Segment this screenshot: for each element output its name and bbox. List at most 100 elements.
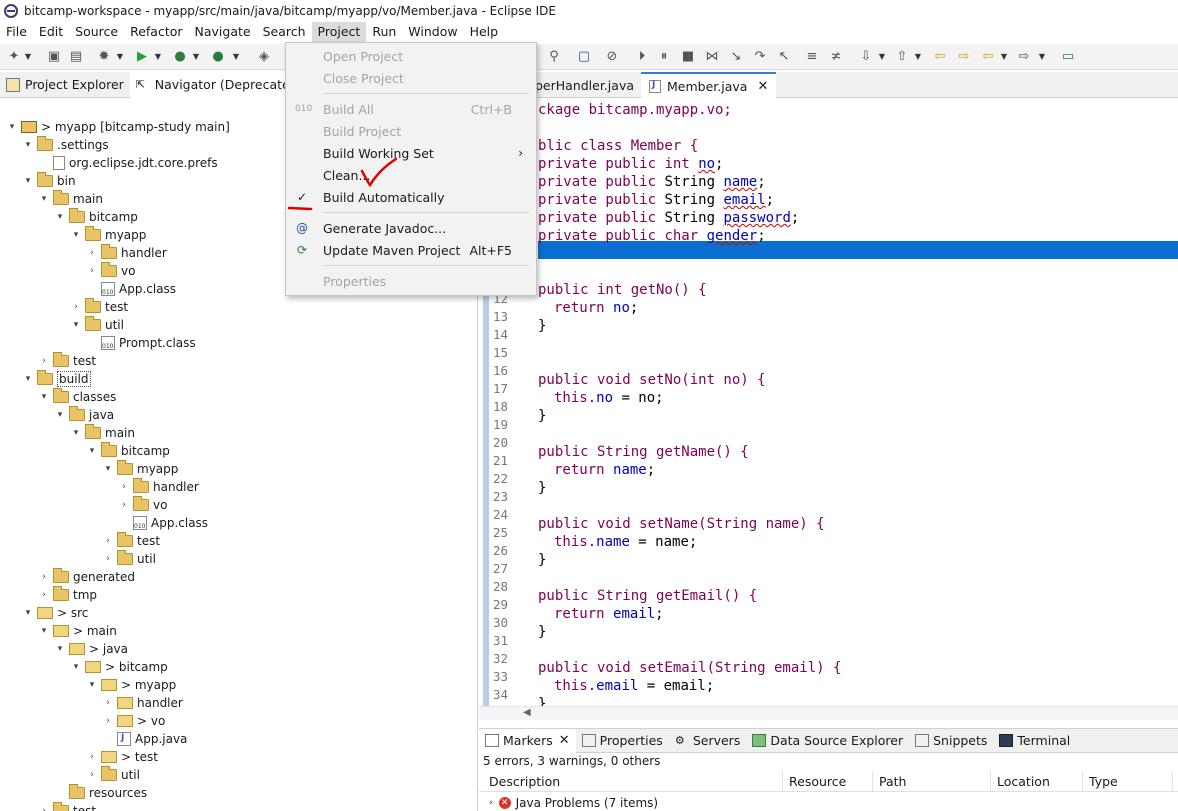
tab-data-source-explorer[interactable]: Data Source Explorer [746, 729, 909, 753]
menu-item-generate-javadoc[interactable]: @ Generate Javadoc... [286, 217, 536, 239]
chevron-right-icon[interactable]: › [38, 806, 50, 811]
disconnect-icon[interactable]: ⋈ [704, 49, 720, 65]
chevron-right-icon[interactable]: › [102, 554, 114, 564]
menu-item-build-automatically[interactable]: ✓ Build Automatically [286, 186, 536, 208]
tree-item-prompt-class-file[interactable]: Prompt.class [86, 334, 196, 352]
run-last-icon[interactable]: ● [172, 49, 188, 65]
tree-item-classes-folder[interactable]: ▾ classes [38, 388, 116, 406]
tree-item-app-class-file[interactable]: App.class [118, 514, 208, 532]
chevron-down-icon[interactable]: ▾ [70, 428, 82, 438]
code-line[interactable]: public String getEmail() { [538, 587, 757, 605]
chevron-down-icon[interactable]: ▾ [86, 680, 98, 690]
suspend-icon[interactable]: ⏸ [656, 49, 672, 65]
menu-window[interactable]: Window [402, 22, 463, 42]
close-icon[interactable]: ✕ [757, 79, 768, 94]
menu-help[interactable]: Help [464, 22, 505, 42]
chevron-down-icon[interactable]: ▾ [70, 662, 82, 672]
tree-item-myapp-folder[interactable]: ▾ myapp [70, 226, 146, 244]
previous-annotation-icon[interactable]: ⇧ [894, 49, 910, 65]
menu-item-build-working-set[interactable]: Build Working Set › [286, 142, 536, 164]
tree-item-app-java-file[interactable]: App.java [102, 730, 187, 748]
code-line[interactable]: } [538, 623, 546, 641]
tree-item-settings-folder[interactable]: ▾ .settings [22, 136, 109, 154]
tree-item-bitcamp-folder[interactable]: ▾ bitcamp [86, 442, 170, 460]
tree-item-bitcamp-folder[interactable]: ▾ bitcamp [54, 208, 138, 226]
tab-handler-java[interactable]: perHandler.java [527, 72, 642, 98]
menu-item-build-all[interactable]: 010 Build All Ctrl+B [286, 98, 536, 120]
tree-item-project[interactable]: ▾ > myapp [bitcamp-study main] [6, 118, 230, 136]
skip-breakpoints-icon[interactable]: ⊘ [604, 49, 620, 65]
tree-item-main-folder[interactable]: ▾ main [38, 190, 103, 208]
chevron-right-icon[interactable]: › [38, 572, 50, 582]
chevron-down-icon[interactable]: ▼ [24, 49, 32, 65]
tab-properties[interactable]: Properties [576, 729, 669, 753]
tree-item-tmp-folder[interactable]: › tmp [38, 586, 97, 604]
tree-item-handler-folder[interactable]: › handler [118, 478, 199, 496]
tab-terminal[interactable]: Terminal [993, 729, 1076, 753]
column-description[interactable]: Description [483, 772, 783, 792]
code-line[interactable]: public void setNo(int no) { [538, 371, 766, 389]
tree-item-bin-folder[interactable]: ▾ bin [22, 172, 76, 190]
tree-item-java-folder[interactable]: ▾ java [54, 406, 114, 424]
chevron-right-icon[interactable]: › [38, 356, 50, 366]
chevron-down-icon[interactable]: ▾ [102, 464, 114, 474]
code-line[interactable]: this.email = email; [554, 677, 714, 695]
code-line[interactable]: } [538, 551, 546, 569]
save-all-icon[interactable]: ▤ [68, 49, 84, 65]
code-line[interactable]: public int getNo() { [538, 281, 707, 299]
close-icon[interactable]: ✕ [559, 733, 570, 748]
chevron-down-icon[interactable]: ▼ [232, 49, 240, 65]
code-line[interactable]: private public String name; [538, 173, 766, 191]
toggle-mark-icon[interactable]: ≭ [828, 49, 844, 65]
forward-edit-icon[interactable]: ⇨ [956, 49, 972, 65]
last-edit-icon[interactable]: ⇦ [932, 49, 948, 65]
chevron-right-icon[interactable]: › [102, 698, 114, 708]
menu-item-properties[interactable]: Properties [286, 270, 536, 292]
code-line[interactable]: } [538, 479, 546, 497]
column-path[interactable]: Path [873, 772, 991, 792]
menu-edit[interactable]: Edit [33, 22, 69, 42]
chevron-down-icon[interactable]: ▼ [1038, 49, 1046, 65]
code-line[interactable]: public void setEmail(String email) { [538, 659, 841, 677]
tab-project-explorer[interactable]: Project Explorer [0, 72, 130, 98]
code-line[interactable]: private public char gender; [538, 227, 766, 245]
scroll-left-icon[interactable]: ◀ [523, 707, 531, 718]
next-annotation-icon[interactable]: ⇩ [858, 49, 874, 65]
chevron-down-icon[interactable]: ▼ [116, 49, 124, 65]
menu-run[interactable]: Run [366, 22, 402, 42]
chevron-right-icon[interactable]: › [118, 482, 130, 492]
code-line[interactable]: blic class Member { [538, 137, 698, 155]
tree-item-build-folder[interactable]: ▾ build [22, 370, 91, 388]
tree-item-test-folder[interactable]: › test [38, 802, 96, 811]
chevron-right-icon[interactable]: › [38, 590, 50, 600]
horizontal-scrollbar[interactable]: ◀ [479, 706, 1178, 720]
save-icon[interactable]: ▣ [46, 49, 62, 65]
chevron-down-icon[interactable]: ▼ [154, 49, 162, 65]
code-line[interactable]: this.name = name; [554, 533, 697, 551]
code-line[interactable]: } [538, 407, 546, 425]
external-tools-icon[interactable]: ● [210, 49, 226, 65]
tree-item-bitcamp-folder[interactable]: ▾ > bitcamp [70, 658, 168, 676]
tree-item-myapp-folder[interactable]: ▾ myapp [102, 460, 178, 478]
tree-item-src-folder[interactable]: ▾ > src [22, 604, 89, 622]
code-line[interactable]: } [538, 317, 546, 335]
tree-item-test-folder[interactable]: › test [70, 298, 128, 316]
menu-search[interactable]: Search [257, 22, 312, 42]
menu-project[interactable]: Project [311, 22, 367, 42]
step-into-icon[interactable]: ↘ [728, 49, 744, 65]
search-icon[interactable]: ⚲ [546, 49, 562, 65]
step-return-icon[interactable]: ↖ [776, 49, 792, 65]
tree-item-myapp-folder[interactable]: ▾ > myapp [86, 676, 177, 694]
tree-item-main-folder[interactable]: ▾ > main [38, 622, 117, 640]
chevron-down-icon[interactable]: ▾ [22, 374, 34, 384]
menu-item-update-maven-project[interactable]: ⟳ Update Maven Project Alt+F5 [286, 239, 536, 261]
table-row[interactable]: › ✕ Java Problems (7 items) [479, 793, 1178, 811]
column-location[interactable]: Location [991, 772, 1083, 792]
chevron-down-icon[interactable]: ▾ [22, 608, 34, 618]
tree-item-test-folder[interactable]: › test [38, 352, 96, 370]
code-line[interactable]: private public int no; [538, 155, 723, 173]
chevron-down-icon[interactable]: ▾ [54, 212, 66, 222]
chevron-down-icon[interactable]: ▾ [6, 122, 18, 132]
code-line[interactable]: return no; [554, 299, 638, 317]
tree-item-vo-folder[interactable]: › vo [118, 496, 167, 514]
